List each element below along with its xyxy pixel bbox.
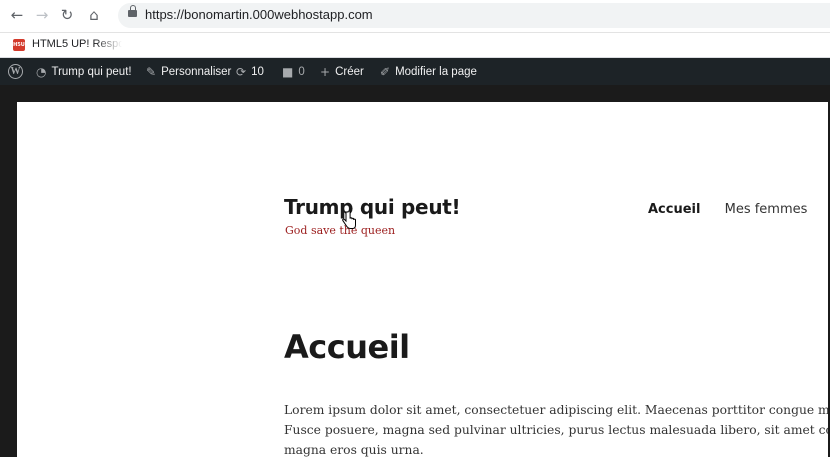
hand-cursor-icon (342, 211, 356, 229)
brush-icon: ✎ (146, 64, 157, 79)
menu-item-mes-femmes[interactable]: Mes femmes (725, 202, 808, 217)
bookmarks-bar: H5U HTML5 UP! Responsi (0, 33, 830, 58)
lock-icon (128, 5, 137, 17)
comment-icon: ■ (282, 64, 294, 79)
url-text[interactable]: https://bonomartin.000webhostapp.com (145, 7, 373, 22)
comments-count: 0 (298, 65, 305, 78)
theme-border-left (0, 85, 17, 457)
theme-border-top (0, 85, 830, 102)
edit-page-button[interactable]: ✐ Modifier la page (380, 58, 477, 85)
page-body-text: Lorem ipsum dolor sit amet, consectetuer… (284, 403, 828, 457)
updates-icon: ⟳ (236, 64, 247, 79)
plus-icon: + (320, 64, 331, 79)
forward-icon[interactable]: → (33, 6, 51, 24)
admin-site-name-button[interactable]: ◔ Trump qui peut! (36, 58, 132, 85)
browser-toolbar: ← → ↻ ⌂ https://bonomartin.000webhostapp… (0, 0, 830, 33)
site-title-link[interactable]: Trump qui peut! (284, 195, 461, 219)
page-title: Accueil (284, 328, 410, 366)
updates-button[interactable]: ⟳ 10 (236, 58, 264, 85)
comments-button[interactable]: ■ 0 (282, 58, 305, 85)
home-icon[interactable]: ⌂ (85, 6, 103, 24)
back-icon[interactable]: ← (8, 6, 26, 24)
admin-site-name: Trump qui peut! (51, 65, 132, 78)
pencil-icon: ✐ (380, 64, 391, 79)
wp-admin-bar: W ◔ Trump qui peut! ✎ Personnaliser ⟳ 10… (0, 58, 830, 85)
new-content-button[interactable]: + Créer (320, 58, 364, 85)
wordpress-icon: W (8, 64, 23, 79)
menu-item-accueil[interactable]: Accueil (648, 202, 700, 217)
dashboard-icon: ◔ (36, 64, 47, 79)
bookmark-html5up[interactable]: HTML5 UP! Responsi (32, 38, 122, 50)
new-content-label: Créer (335, 65, 364, 78)
html5up-favicon-icon: H5U (13, 39, 25, 51)
customize-label: Personnaliser (161, 65, 232, 78)
wordpress-logo-button[interactable]: W (8, 58, 23, 85)
edit-page-label: Modifier la page (395, 65, 477, 78)
customize-button[interactable]: ✎ Personnaliser (146, 58, 231, 85)
reload-icon[interactable]: ↻ (58, 6, 76, 24)
site-tagline: God save the queen (285, 224, 396, 237)
address-bar[interactable]: https://bonomartin.000webhostapp.com (118, 3, 830, 28)
updates-count: 10 (251, 65, 264, 78)
page-content: Trump qui peut! God save the queen Accue… (17, 102, 828, 457)
primary-menu: Accueil Mes femmes S (648, 202, 828, 217)
